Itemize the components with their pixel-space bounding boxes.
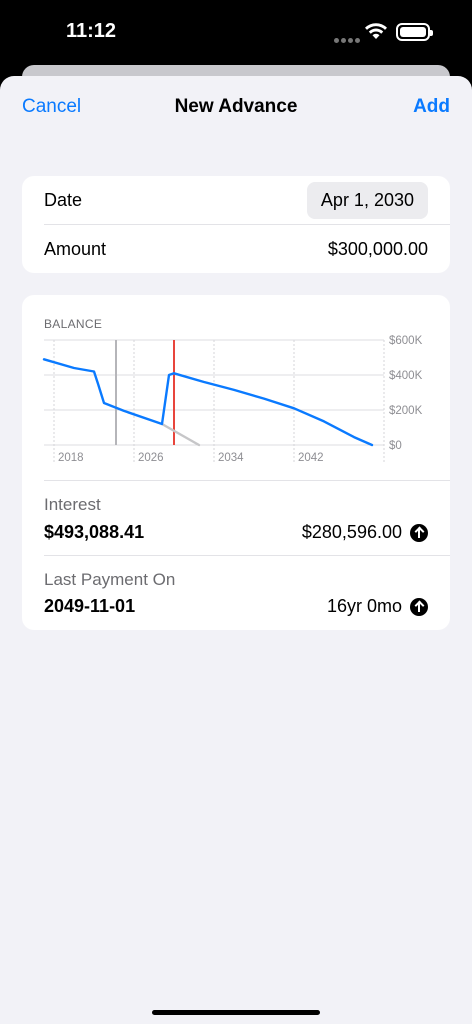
navigation-bar: Cancel New Advance Add (0, 76, 472, 138)
last-payment-delta-value: 16yr 0mo (326, 596, 402, 616)
arrow-up-circle-icon (410, 523, 428, 542)
amount-field[interactable]: $300,000.00 (328, 239, 428, 260)
x-tick-label: 2034 (218, 452, 244, 464)
home-indicator (152, 1010, 320, 1015)
page-title: New Advance (174, 96, 298, 117)
series-line (42, 358, 374, 447)
date-row: Date Apr 1, 2030 (22, 176, 450, 224)
status-bar: 11:12 (0, 0, 472, 66)
last-payment-label: Last Payment On (44, 570, 176, 589)
balance-card: BALANCE $600K $400K $200K $0 2018 2026 2034 204… (22, 295, 450, 630)
date-label: Date (44, 190, 83, 210)
interest-delta-value: $280,596.00 (301, 522, 402, 542)
amount-label: Amount (44, 239, 107, 259)
last-payment-delta: 16yr 0mo (327, 596, 428, 617)
battery-icon (396, 23, 433, 41)
signal-dots-icon (334, 30, 362, 48)
interest-value: $493,088.41 (44, 522, 145, 542)
balance-chart: $600K $400K $200K $0 2018 2026 2034 2042 (42, 335, 423, 464)
status-time: 11:12 (66, 20, 117, 42)
interest-delta: $280,596.00 (302, 522, 428, 543)
x-tick-label: 2042 (298, 452, 324, 464)
y-tick-label: $200K (389, 405, 423, 417)
last-payment-value: 2049-11-01 (44, 596, 136, 616)
date-picker[interactable]: Apr 1, 2030 (306, 182, 428, 219)
divider (44, 480, 450, 481)
add-button[interactable]: Add (413, 96, 450, 118)
series-line (160, 422, 201, 447)
divider (44, 555, 450, 556)
amount-row: Amount $300,000.00 (22, 225, 450, 273)
y-tick-label: $600K (389, 335, 423, 347)
advance-form-card: Date Apr 1, 2030 Amount $300,000.00 (22, 176, 450, 273)
arrow-up-circle-icon (410, 597, 428, 616)
interest-label: Interest (44, 495, 101, 514)
wifi-icon (365, 23, 387, 39)
x-tick-label: 2018 (58, 452, 84, 464)
x-tick-label: 2026 (138, 452, 164, 464)
new-advance-sheet: Cancel New Advance Add Date Apr 1, 2030 … (0, 76, 472, 1024)
y-tick-label: $0 (389, 440, 402, 452)
y-tick-label: $400K (389, 370, 423, 382)
